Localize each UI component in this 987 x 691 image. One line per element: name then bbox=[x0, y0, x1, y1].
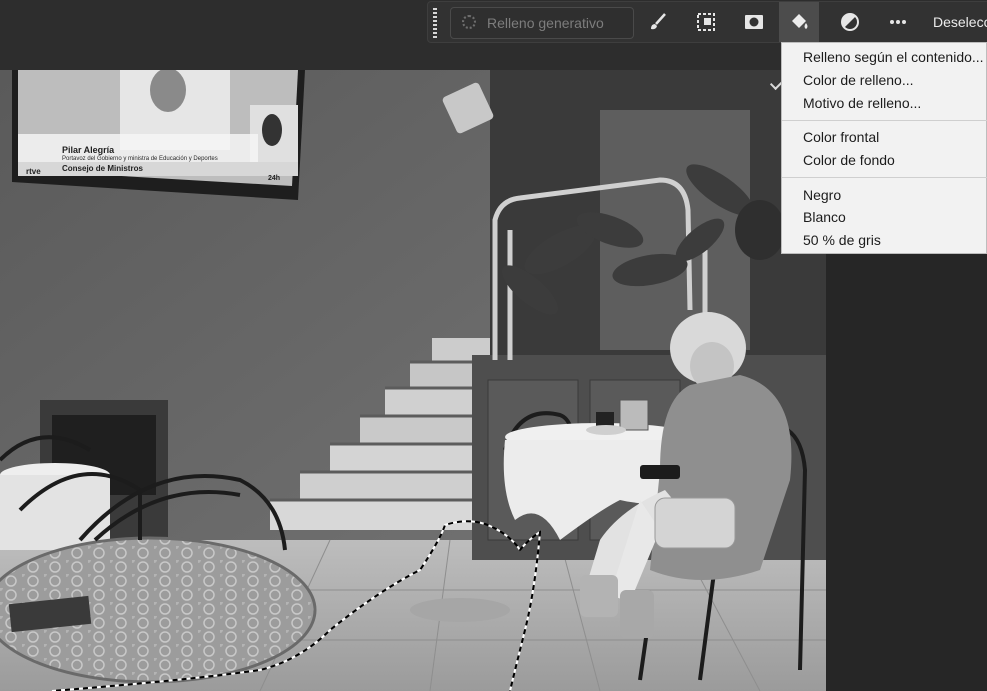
generative-fill-label: Relleno generativo bbox=[487, 15, 604, 31]
generative-fill-icon bbox=[462, 15, 476, 29]
menu-separator bbox=[782, 177, 987, 178]
mask-button[interactable] bbox=[734, 2, 774, 42]
more-button[interactable] bbox=[878, 2, 918, 42]
menu-item-background-color[interactable]: Color de fondo bbox=[803, 150, 895, 170]
generative-fill-button[interactable]: Relleno generativo bbox=[450, 7, 634, 39]
tv-role-line: Portavoz del Gobierno y ministra de Educ… bbox=[62, 156, 218, 162]
tv-news-badge: 24h bbox=[268, 175, 281, 182]
mask-icon bbox=[745, 15, 763, 29]
menu-item-black[interactable]: Negro bbox=[803, 185, 841, 205]
fill-menu: Relleno según el contenido... Color de r… bbox=[781, 42, 987, 254]
menu-item-50-gray[interactable]: 50 % de gris bbox=[803, 230, 881, 250]
adjustment-button[interactable] bbox=[830, 2, 870, 42]
contextual-taskbar: Relleno generativo Deselecc bbox=[427, 1, 987, 43]
brush-button[interactable] bbox=[638, 2, 678, 42]
tv-name-line: Pilar Alegría bbox=[62, 145, 115, 155]
adjustment-icon bbox=[841, 13, 859, 31]
tv-channel-logo: rtve bbox=[26, 167, 41, 176]
menu-item-foreground-color[interactable]: Color frontal bbox=[803, 127, 879, 147]
fill-button[interactable] bbox=[779, 2, 819, 42]
menu-item-content-aware-fill[interactable]: Relleno según el contenido... bbox=[803, 47, 984, 67]
image-canvas[interactable]: rtve Pilar Alegría Portavoz del Gobierno… bbox=[0, 70, 826, 691]
transform-button[interactable] bbox=[686, 2, 726, 42]
tv-program-line: Consejo de Ministros bbox=[62, 164, 143, 173]
more-icon bbox=[890, 20, 906, 24]
menu-item-fill-pattern[interactable]: Motivo de relleno... bbox=[803, 93, 921, 113]
menu-item-fill-color[interactable]: Color de relleno... bbox=[803, 70, 914, 90]
brush-icon bbox=[651, 13, 666, 30]
paint-bucket-icon bbox=[792, 14, 808, 29]
menu-item-white[interactable]: Blanco bbox=[803, 207, 846, 227]
deselect-button[interactable]: Deselecc bbox=[933, 2, 987, 42]
transform-icon bbox=[697, 13, 715, 31]
menu-separator bbox=[782, 120, 987, 121]
drag-handle[interactable] bbox=[433, 8, 437, 38]
